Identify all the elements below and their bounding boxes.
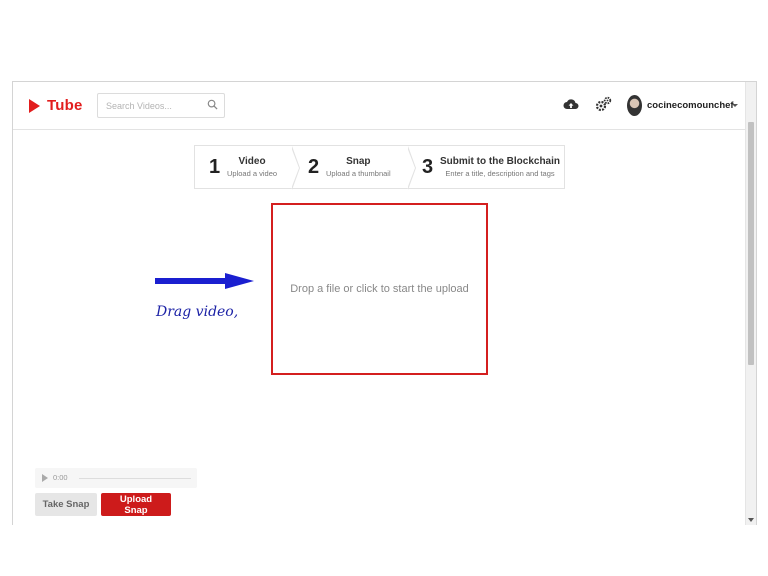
upload-dropzone[interactable]: Drop a file or click to start the upload — [271, 203, 488, 375]
upload-snap-button[interactable]: Upload Snap — [101, 493, 171, 516]
step-title: Submit to the Blockchain — [440, 156, 561, 167]
step-subtitle: Upload a video — [227, 169, 278, 178]
chevron-down-icon[interactable] — [732, 104, 738, 107]
top-navbar: Tube cocinecomounchef — [13, 82, 746, 130]
step-video[interactable]: 1 Video Upload a video — [195, 146, 300, 190]
avatar[interactable] — [627, 95, 642, 116]
audio-progress-track[interactable] — [79, 478, 191, 479]
scrollbar-thumb[interactable] — [748, 122, 754, 365]
step-title: Snap — [346, 156, 371, 167]
blue-arrow-annotation — [155, 273, 254, 289]
vertical-scrollbar[interactable] — [745, 82, 756, 525]
audio-player: 0:00 — [35, 468, 197, 488]
step-chevron — [291, 146, 300, 190]
gears-icon[interactable] — [595, 96, 612, 112]
search-box — [97, 93, 225, 118]
dropzone-text: Drop a file or click to start the upload — [290, 283, 469, 295]
cloud-upload-icon[interactable] — [563, 97, 579, 111]
play-icon[interactable] — [42, 474, 48, 482]
step-title: Video — [238, 156, 266, 167]
scroll-down-icon[interactable] — [748, 518, 754, 522]
step-chevron — [407, 146, 416, 190]
take-snap-button[interactable]: Take Snap — [35, 493, 97, 516]
username[interactable]: cocinecomounchef — [647, 100, 734, 111]
upload-steps: 1 Video Upload a video 2 Snap Upload a t… — [194, 145, 565, 190]
step-submit[interactable]: 3 Submit to the Blockchain Enter a title… — [408, 146, 564, 188]
logo-text: Tube — [47, 97, 83, 114]
step-number: 3 — [422, 155, 434, 178]
audio-time: 0:00 — [53, 473, 68, 482]
search-icon[interactable] — [207, 99, 218, 110]
search-input[interactable] — [98, 94, 206, 117]
step-number: 1 — [209, 155, 221, 178]
logo[interactable]: Tube — [29, 97, 83, 114]
step-subtitle: Enter a title, description and tags — [445, 169, 555, 178]
step-subtitle: Upload a thumbnail — [326, 169, 391, 178]
step-snap[interactable]: 2 Snap Upload a thumbnail — [292, 146, 416, 190]
drag-video-annotation: Drag video, — [156, 304, 239, 320]
app-window: Tube cocinecomounchef 1 Video — [12, 81, 757, 525]
play-logo-icon — [29, 98, 40, 113]
step-number: 2 — [308, 155, 320, 178]
